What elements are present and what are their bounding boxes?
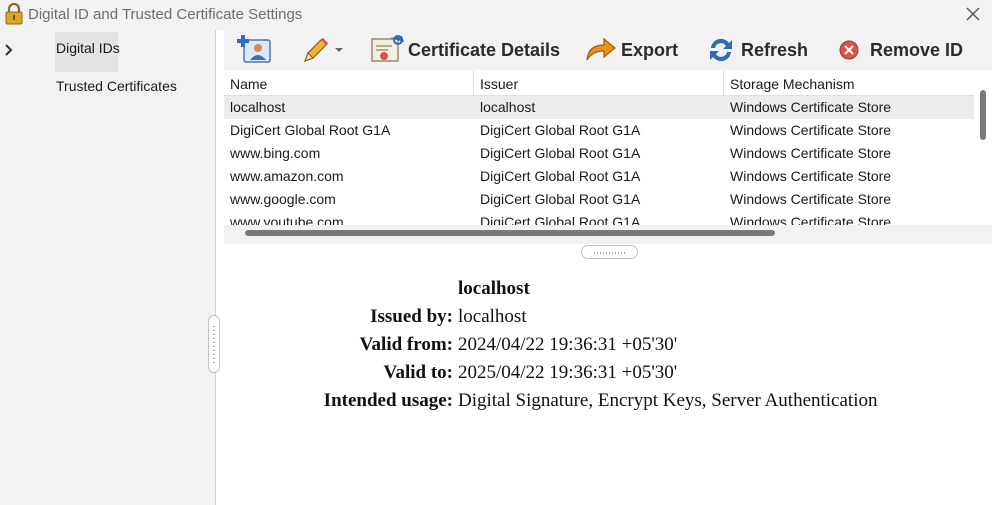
cell-issuer: localhost [480,99,536,115]
details-row-valid-to: Valid to: 2025/04/22 19:36:31 +05'30' [224,362,992,386]
table-row[interactable]: localhost localhost Windows Certificate … [224,96,974,119]
details-row-issued-by: Issued by: localhost [224,306,992,330]
details-label: Issued by: [370,306,453,327]
cell-issuer: DigiCert Global Root G1A [480,122,641,138]
cell-storage: Windows Certificate Store [730,191,892,207]
details-value: 2024/04/22 19:36:31 +05'30' [458,334,678,355]
sidebar-item-trusted-certificates[interactable]: Trusted Certificates [56,78,177,94]
column-header-issuer[interactable]: Issuer [474,70,724,96]
cell-name: localhost [230,99,286,115]
cell-storage: Windows Certificate Store [730,168,892,184]
sidebar-item-label: Trusted Certificates [56,78,177,94]
title-bar: Digital ID and Trusted Certificate Setti… [0,0,992,30]
column-header-name[interactable]: Name [224,70,474,96]
lock-icon [5,3,23,25]
details-value: 2025/04/22 19:36:31 +05'30' [458,362,678,383]
details-label: Intended usage: [323,390,453,411]
vertical-scrollbar[interactable] [980,90,986,140]
details-row-intended-usage: Intended usage: Digital Signature, Encry… [224,390,992,414]
cell-name: www.google.com [230,191,336,207]
details-label: Valid from: [359,334,453,355]
cell-name: DigiCert Global Root G1A [230,122,391,138]
table-row[interactable]: www.google.com DigiCert Global Root G1A … [224,188,974,211]
column-header-storage[interactable]: Storage Mechanism [724,70,974,96]
toolbar: Certificate Details Export Refresh Remov… [224,30,992,70]
export-button[interactable]: Export [584,30,678,70]
export-arrow-icon [586,37,616,61]
certificate-details-button[interactable]: Certificate Details [370,30,560,70]
cell-issuer: DigiCert Global Root G1A [480,168,641,184]
add-id-button[interactable] [236,30,272,70]
remove-id-label: Remove ID [870,39,964,60]
details-label: Valid to: [383,362,453,383]
vertical-splitter[interactable] [206,30,220,505]
window-title: Digital ID and Trusted Certificate Setti… [28,6,303,23]
horizontal-splitter-grip[interactable] [581,245,638,259]
refresh-label: Refresh [741,39,809,60]
cell-issuer: DigiCert Global Root G1A [480,145,641,161]
close-icon[interactable] [962,3,984,25]
horizontal-scrollbar-thumb[interactable] [245,230,775,236]
cell-issuer: DigiCert Global Root G1A [480,191,641,207]
cell-storage: Windows Certificate Store [730,145,892,161]
details-value: localhost [458,306,527,327]
add-id-icon [237,35,271,63]
details-title: localhost [458,278,530,299]
splitter-grip[interactable] [208,315,220,373]
remove-icon [839,40,859,60]
table-row[interactable]: www.amazon.com DigiCert Global Root G1A … [224,165,974,188]
cell-name: www.bing.com [230,145,321,161]
cell-storage: Windows Certificate Store [730,99,892,115]
edit-button[interactable] [300,30,346,70]
remove-id-button[interactable]: Remove ID [838,30,963,70]
sidebar: Digital IDs Trusted Certificates [0,30,206,505]
dropdown-arrow-icon [335,48,343,52]
horizontal-scrollbar-track[interactable] [224,225,992,244]
table-row[interactable]: www.bing.com DigiCert Global Root G1A Wi… [224,142,974,165]
table-row[interactable]: DigiCert Global Root G1A DigiCert Global… [224,119,974,142]
pencil-icon [303,37,329,63]
certificate-list: Name Issuer Storage Mechanism localhost … [224,70,992,244]
certificate-icon [371,35,404,62]
details-row-valid-from: Valid from: 2024/04/22 19:36:31 +05'30' [224,334,992,358]
export-label: Export [621,39,679,60]
certificate-details-label: Certificate Details [408,39,561,60]
refresh-button[interactable]: Refresh [706,30,808,70]
sidebar-item-label: Digital IDs [56,40,120,56]
chevron-right-icon[interactable] [3,42,15,58]
details-title-row: localhost [224,278,992,302]
cell-storage: Windows Certificate Store [730,122,892,138]
refresh-icon [710,38,732,62]
details-value: Digital Signature, Encrypt Keys, Server … [458,390,878,411]
cell-name: www.amazon.com [230,168,344,184]
list-header: Name Issuer Storage Mechanism [224,70,974,96]
sidebar-item-digital-ids[interactable]: Digital IDs [55,32,120,72]
